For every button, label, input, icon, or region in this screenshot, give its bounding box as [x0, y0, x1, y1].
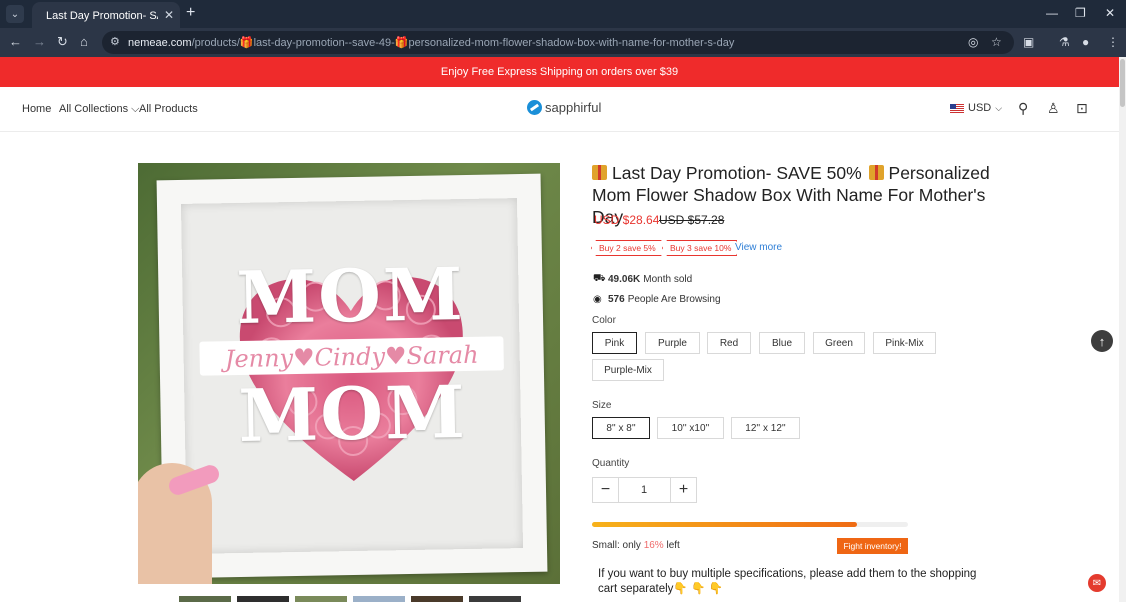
- color-option-pink[interactable]: Pink: [592, 332, 637, 354]
- thumbnail-5[interactable]: [411, 596, 463, 602]
- nav-all-collections[interactable]: All Collections ⌵: [59, 103, 140, 116]
- chat-widget-icon[interactable]: ✉: [1088, 574, 1106, 592]
- thumbnail-6[interactable]: [469, 596, 521, 602]
- url-path: /products/🎁last-day-promotion--save-49-🎁…: [191, 37, 735, 49]
- shadow-box-frame: MOM Jenny♥Cindy♥Sarah MOM: [156, 173, 548, 579]
- quantity-decrement-button[interactable]: −: [592, 477, 619, 503]
- tab-title: Last Day Promotion- SAVE 50% 🎁 Personali…: [46, 9, 158, 22]
- cart-icon[interactable]: ⊡: [1076, 100, 1088, 117]
- discount-tag[interactable]: Buy 3 save 10%: [662, 240, 737, 256]
- browsing-stat: ◉ 576 People Are Browsing: [593, 294, 721, 305]
- maximize-icon[interactable]: ❐: [1075, 6, 1086, 20]
- eye-off-icon[interactable]: ◎: [968, 35, 978, 49]
- sold-value: 49.06K: [608, 274, 641, 285]
- month-sold-stat: ⛟ 49.06K Month sold: [593, 273, 692, 286]
- eye-icon: ◉: [593, 294, 602, 305]
- stock-progress-fill: [592, 522, 858, 527]
- mom-letters-top: MOM: [235, 251, 466, 340]
- stock-progress-bar: [592, 522, 908, 527]
- color-option-purple-mix[interactable]: Purple-Mix: [592, 359, 664, 381]
- sale-price: USD $28.64: [594, 213, 660, 227]
- thumbnail-3[interactable]: [295, 596, 347, 602]
- gift-icon: [868, 165, 884, 180]
- color-option-green[interactable]: Green: [813, 332, 865, 354]
- cart-icon: ⛟: [593, 273, 606, 284]
- url-domain: nemeae.com: [128, 37, 192, 49]
- url-text: nemeae.com/products/🎁last-day-promotion-…: [128, 36, 734, 49]
- thumbnail-2[interactable]: [237, 596, 289, 602]
- multiple-specs-note: If you want to buy multiple specificatio…: [598, 568, 977, 595]
- reload-icon[interactable]: ↻: [57, 34, 68, 50]
- scrollbar-thumb[interactable]: [1120, 59, 1125, 107]
- nav-home[interactable]: Home: [22, 103, 51, 115]
- site-info-icon[interactable]: ⚙: [110, 35, 120, 48]
- color-option-blue[interactable]: Blue: [759, 332, 805, 354]
- site-header: Home All Collections ⌵ All Products sapp…: [0, 87, 1119, 132]
- nav-all-products[interactable]: All Products: [139, 103, 198, 115]
- stock-prefix: Small: only: [592, 540, 641, 551]
- color-option-purple[interactable]: Purple: [645, 332, 700, 354]
- sold-label: Month sold: [643, 274, 693, 285]
- tab-close-icon[interactable]: ✕: [164, 8, 174, 22]
- minimize-icon[interactable]: —: [1046, 6, 1058, 20]
- home-icon[interactable]: ⌂: [80, 34, 88, 49]
- color-option-red[interactable]: Red: [707, 332, 751, 354]
- stock-percent: 16%: [643, 540, 664, 551]
- account-icon[interactable]: ♙: [1047, 100, 1060, 117]
- size-option-10x10[interactable]: 10'' x10'': [657, 417, 724, 439]
- labs-icon[interactable]: ⚗: [1059, 35, 1070, 49]
- tab-search-icon[interactable]: ⌄: [6, 5, 24, 23]
- search-icon[interactable]: ⚲: [1018, 100, 1028, 117]
- logo-text: sapphirful: [545, 100, 602, 115]
- quantity-input[interactable]: 1: [618, 477, 670, 503]
- nav-all-collections-label: All Collections: [59, 103, 129, 115]
- site-logo[interactable]: sapphirful: [527, 100, 601, 115]
- color-option-pink-mix[interactable]: Pink-Mix: [873, 332, 936, 354]
- original-price: USD $57.28: [659, 213, 725, 227]
- address-bar[interactable]: ⚙ nemeae.com/products/🎁last-day-promotio…: [102, 31, 1014, 54]
- view-more-link[interactable]: View more: [735, 242, 782, 253]
- fight-inventory-badge[interactable]: Fight inventory!: [837, 538, 908, 554]
- shadow-box-inner: MOM Jenny♥Cindy♥Sarah MOM: [180, 198, 524, 554]
- size-label: Size: [592, 400, 612, 411]
- browser-tab-bar: ⌄ Last Day Promotion- SAVE 50% 🎁 Persona…: [0, 0, 1126, 28]
- page-scrollbar[interactable]: [1119, 57, 1126, 602]
- active-tab[interactable]: Last Day Promotion- SAVE 50% 🎁 Personali…: [32, 2, 180, 28]
- size-option-12x12[interactable]: 12'' x 12'': [731, 417, 800, 439]
- profile-icon[interactable]: ●: [1082, 35, 1089, 49]
- product-main-image[interactable]: MOM Jenny♥Cindy♥Sarah MOM: [138, 163, 560, 584]
- color-label: Color: [592, 315, 616, 326]
- shipping-banner: Enjoy Free Express Shipping on orders ov…: [0, 57, 1119, 87]
- extensions-icon[interactable]: ▣: [1023, 35, 1034, 49]
- currency-selector[interactable]: USD ⌵: [950, 102, 1002, 114]
- mom-letters-bottom: MOM: [237, 369, 468, 458]
- currency-label: USD: [968, 102, 992, 114]
- back-to-top-button[interactable]: ↑: [1091, 330, 1113, 352]
- quantity-label: Quantity: [592, 458, 630, 469]
- us-flag-icon: [950, 103, 964, 113]
- browser-toolbar: ← → ↻ ⌂ ⚙ nemeae.com/products/🎁last-day-…: [0, 28, 1126, 57]
- quantity-increment-button[interactable]: +: [670, 477, 697, 503]
- thumbnail-1[interactable]: [179, 596, 231, 602]
- browsing-label: People Are Browsing: [627, 294, 721, 305]
- forward-arrow-icon[interactable]: →: [33, 34, 46, 49]
- chevron-down-icon: ⌵: [995, 102, 1003, 113]
- gift-icon: [592, 165, 607, 180]
- close-window-icon[interactable]: ✕: [1105, 6, 1115, 20]
- logo-icon: [527, 100, 542, 115]
- bookmark-star-icon[interactable]: ☆: [991, 35, 1002, 49]
- stock-text: Small: only 16% left: [592, 540, 680, 551]
- thumbnail-4[interactable]: [353, 596, 405, 602]
- browsing-value: 576: [608, 294, 625, 305]
- title-part-1: Last Day Promotion- SAVE 50%: [612, 163, 862, 183]
- discount-tag[interactable]: Buy 2 save 5%: [591, 240, 662, 256]
- new-tab-button[interactable]: +: [186, 4, 195, 22]
- stock-suffix: left: [666, 540, 680, 551]
- back-arrow-icon[interactable]: ←: [9, 34, 22, 49]
- more-menu-icon[interactable]: ⋮: [1107, 35, 1119, 49]
- size-option-8x8[interactable]: 8'' x 8'': [592, 417, 650, 439]
